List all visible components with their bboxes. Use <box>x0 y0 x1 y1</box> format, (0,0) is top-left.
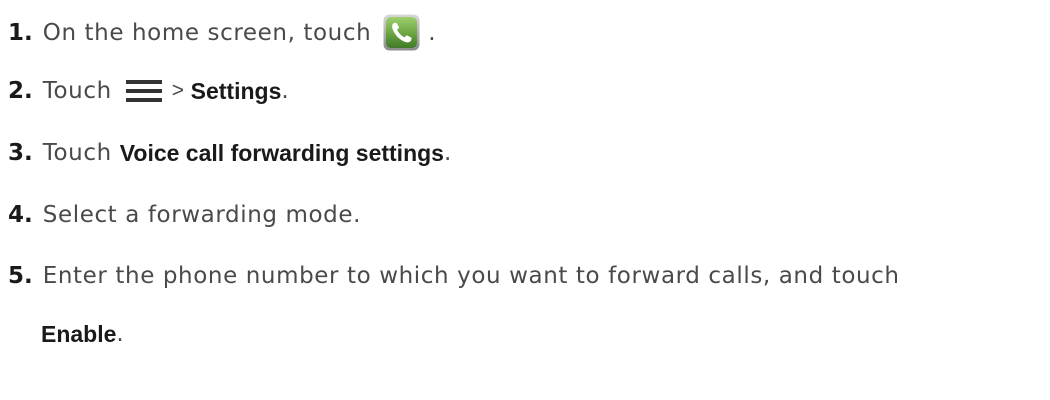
step-number: 5. <box>8 263 33 289</box>
step-text-end: . <box>281 78 290 104</box>
menu-icon <box>125 80 162 102</box>
menu-separator: > <box>171 79 185 102</box>
phone-app-icon <box>383 14 420 51</box>
settings-label: Settings <box>190 78 282 104</box>
step-5-continued: Enable . <box>41 319 124 349</box>
step-number: 2. <box>8 78 33 104</box>
step-number: 4. <box>8 202 33 228</box>
step-text: Enter the phone number to which you want… <box>42 263 900 289</box>
step-2: 2. Touch > Settings . <box>8 76 289 106</box>
step-number: 1. <box>8 19 33 46</box>
step-text-end: . <box>443 140 452 166</box>
voice-call-forwarding-label: Voice call forwarding settings <box>119 140 444 166</box>
step-1: 1. On the home screen, touch . <box>8 14 436 51</box>
step-text: On the home screen, touch <box>42 19 372 46</box>
step-text-end: . <box>116 321 125 347</box>
step-text-end: . <box>428 19 437 46</box>
enable-label: Enable <box>41 321 117 347</box>
step-text: Touch <box>42 78 112 104</box>
step-4: 4. Select a forwarding mode. <box>8 200 361 230</box>
step-number: 3. <box>8 140 33 166</box>
step-text: Touch <box>42 140 112 166</box>
step-3: 3. Touch Voice call forwarding settings … <box>8 138 452 168</box>
step-text: Select a forwarding mode. <box>42 202 362 228</box>
step-5: 5. Enter the phone number to which you w… <box>8 261 900 291</box>
